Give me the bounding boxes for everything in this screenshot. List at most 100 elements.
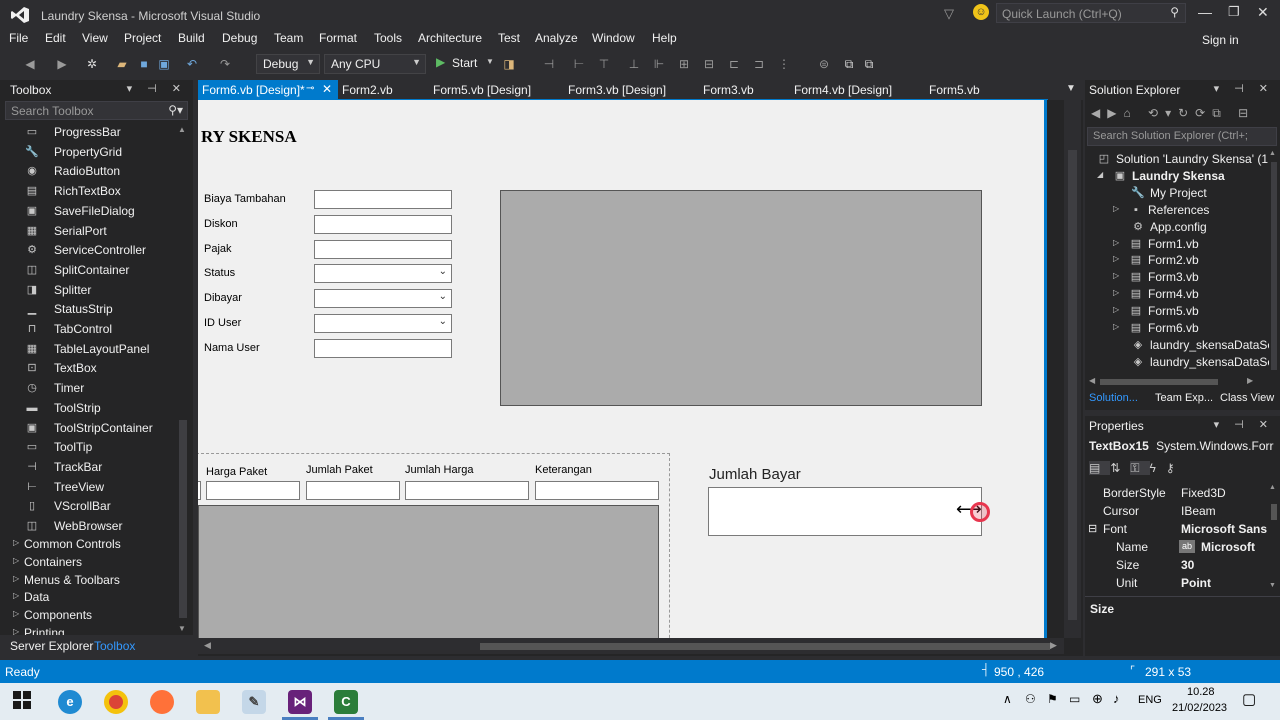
solution-vscrollbar[interactable]: ▲ (1269, 150, 1279, 375)
menu-build[interactable]: Build (178, 31, 205, 45)
align-tops-icon[interactable]: ⊥ (627, 57, 641, 71)
toolbox-item-serialport[interactable]: ▦ SerialPort (0, 222, 175, 241)
vertical-spacing-icon[interactable]: ⋮ (777, 57, 791, 71)
alphabetical-icon[interactable]: ⇅ (1110, 461, 1130, 475)
paint-tool-icon[interactable]: ✎ (242, 690, 266, 714)
toolbox-item-servicecontroller[interactable]: ⚙ ServiceController (0, 241, 175, 260)
feedback-smiley-icon[interactable]: ☺ (973, 4, 989, 20)
tab-toolbox[interactable]: Toolbox (94, 639, 135, 653)
menu-format[interactable]: Format (319, 31, 357, 45)
property-pages-icon[interactable]: ⚷ (1166, 461, 1185, 475)
undo-icon[interactable]: ↶ (185, 57, 199, 71)
detail-textbox[interactable] (535, 481, 659, 500)
solution-tree-item[interactable]: ◢ ▣ Laundry Skensa (1085, 168, 1269, 185)
toolbox-item-timer[interactable]: ◷ Timer (0, 379, 175, 398)
solution-hscrollbar[interactable]: ◀ ▶ (1085, 376, 1255, 388)
toolbox-category[interactable]: ▷ Menus & Toolbars (0, 572, 175, 590)
toolbox-item-splitcontainer[interactable]: ◫ SplitContainer (0, 261, 175, 280)
horizontal-spacing-icon[interactable]: ⊐ (752, 57, 766, 71)
property-row[interactable]: BorderStyle Fixed3D (1085, 484, 1275, 502)
toolbox-category[interactable]: ▷ Components (0, 607, 175, 625)
tab-team-explorer[interactable]: Team Exp... (1155, 392, 1213, 404)
visual-studio-taskbar-icon[interactable]: ⋈ (288, 690, 312, 714)
menu-help[interactable]: Help (652, 31, 677, 45)
field-textbox[interactable] (314, 338, 452, 358)
camtasia-icon[interactable]: C (334, 690, 358, 714)
quick-launch-input[interactable]: Quick Launch (Ctrl+Q) ⚲ (996, 3, 1186, 23)
toolbox-scrollbar[interactable]: ▲ ▼ (178, 125, 188, 635)
pin-icon[interactable]: ⊸ (306, 83, 314, 94)
sign-in-link[interactable]: Sign in (1202, 33, 1239, 47)
toolbox-item-statusstrip[interactable]: ▁ StatusStrip (0, 300, 175, 319)
jumlah-bayar-input[interactable] (708, 487, 982, 536)
close-window-button[interactable]: ✕ (1257, 4, 1269, 21)
solution-tree-item[interactable]: ▷ ▤ Form3.vb (1085, 269, 1269, 286)
solution-tree-item[interactable]: ▷ ▤ Form2.vb (1085, 252, 1269, 269)
tab-form3[interactable]: Form3.vb (699, 80, 758, 100)
make-same-width-icon[interactable]: ⊞ (677, 57, 691, 71)
center-horizontally-icon[interactable]: ⊜ (817, 57, 831, 71)
volume-icon[interactable]: ♪ (1113, 691, 1120, 706)
align-lefts-icon[interactable]: ⊣ (542, 57, 556, 71)
scroll-thumb[interactable] (1068, 150, 1077, 620)
menu-architecture[interactable]: Architecture (418, 31, 482, 45)
expand-arrow-icon[interactable]: ◢ (1097, 170, 1103, 179)
scroll-thumb[interactable] (179, 420, 187, 618)
solution-tree-item[interactable]: ▷ ▤ Form6.vb (1085, 320, 1269, 337)
toolbox-category[interactable]: ▷ Data (0, 589, 175, 607)
field-combobox[interactable]: ⌄ (314, 314, 452, 333)
solution-tree-item[interactable]: ⚙ App.config (1085, 219, 1269, 236)
send-to-back-icon[interactable]: ⧉ (862, 57, 876, 71)
bring-to-front-icon[interactable]: ⧉ (842, 57, 856, 71)
tab-class-view[interactable]: Class View (1220, 392, 1274, 404)
toolbox-item-textbox[interactable]: ⊡ TextBox (0, 359, 175, 378)
events-icon[interactable]: ϟ (1150, 461, 1166, 475)
toolbox-item-tooltip[interactable]: ▭ ToolTip (0, 438, 175, 457)
menu-debug[interactable]: Debug (222, 31, 257, 45)
browser-link-icon[interactable]: ◨ (502, 57, 516, 71)
tab-form5-design[interactable]: Form5.vb [Design] (429, 80, 535, 100)
forward-icon[interactable]: ▶ (55, 57, 69, 71)
edge-icon[interactable]: e (58, 690, 82, 714)
toolbox-item-radiobutton[interactable]: ◉ RadioButton (0, 162, 175, 181)
filter-icon[interactable]: ▽ (944, 6, 954, 22)
field-textbox[interactable] (314, 214, 452, 234)
toolbox-category[interactable]: ▷ Common Controls (0, 536, 175, 554)
property-row[interactable]: ⊟ Font Microsoft Sans (1085, 520, 1275, 538)
field-combobox[interactable]: ⌄ (314, 264, 452, 284)
notifications-icon[interactable]: ▢ (1242, 690, 1256, 708)
tab-server-explorer[interactable]: Server Explorer (10, 639, 93, 653)
start-button[interactable]: ▶ Start ▼ (436, 54, 496, 74)
solution-tree-item[interactable]: ▷ ▪ References (1085, 202, 1269, 219)
tab-form5[interactable]: Form5.vb (925, 80, 984, 100)
back-icon[interactable]: ◀ (23, 57, 37, 71)
tab-form2[interactable]: Form2.vb (338, 80, 397, 100)
categorized-icon[interactable]: ▤ (1089, 461, 1111, 475)
datagrid-top[interactable] (500, 190, 982, 406)
solution-tree-item[interactable]: ◰ Solution 'Laundry Skensa' (1 p (1085, 151, 1278, 168)
align-rights-icon[interactable]: ⊤ (597, 57, 611, 71)
toolbox-item-treeview[interactable]: ⊢ TreeView (0, 478, 175, 497)
menu-tools[interactable]: Tools (374, 31, 402, 45)
collapse-icon[interactable]: ⊟ (1088, 522, 1097, 535)
platform-dropdown[interactable]: Any CPU ▼ (324, 54, 426, 74)
solution-tree-item[interactable]: ▷ ▤ Form4.vb (1085, 286, 1269, 303)
restore-button[interactable]: ❐ (1228, 4, 1240, 20)
form-canvas[interactable]: RY SKENSA Biaya Tambahan Diskon Pajak Statu… (198, 100, 1046, 638)
tab-form3-design[interactable]: Form3.vb [Design] (564, 80, 670, 100)
scroll-thumb[interactable] (480, 643, 1050, 650)
field-textbox[interactable] (314, 239, 452, 259)
tab-form4-design[interactable]: Form4.vb [Design] (790, 80, 896, 100)
people-icon[interactable]: ⚇ (1025, 692, 1036, 706)
toolbox-item-toolstripcontainer[interactable]: ▣ ToolStripContainer (0, 419, 175, 438)
panel-controls[interactable]: ▾ ⊣ ✕ (127, 82, 187, 95)
toolbox-item-trackbar[interactable]: ⊣ TrackBar (0, 458, 175, 477)
clock-date[interactable]: 21/02/2023 (1172, 702, 1227, 714)
expand-arrow-icon[interactable]: ▷ (1113, 238, 1119, 247)
expand-arrow-icon[interactable]: ▷ (1113, 288, 1119, 297)
toolbox-item-tabcontrol[interactable]: ⊓ TabControl (0, 320, 175, 339)
toolbox-item-toolstrip[interactable]: ▬ ToolStrip (0, 399, 175, 418)
panel-controls[interactable]: ▾ ⊣ ✕ (1214, 82, 1274, 95)
align-centers-icon[interactable]: ⊢ (572, 57, 586, 71)
windows-start-icon[interactable] (13, 691, 33, 711)
